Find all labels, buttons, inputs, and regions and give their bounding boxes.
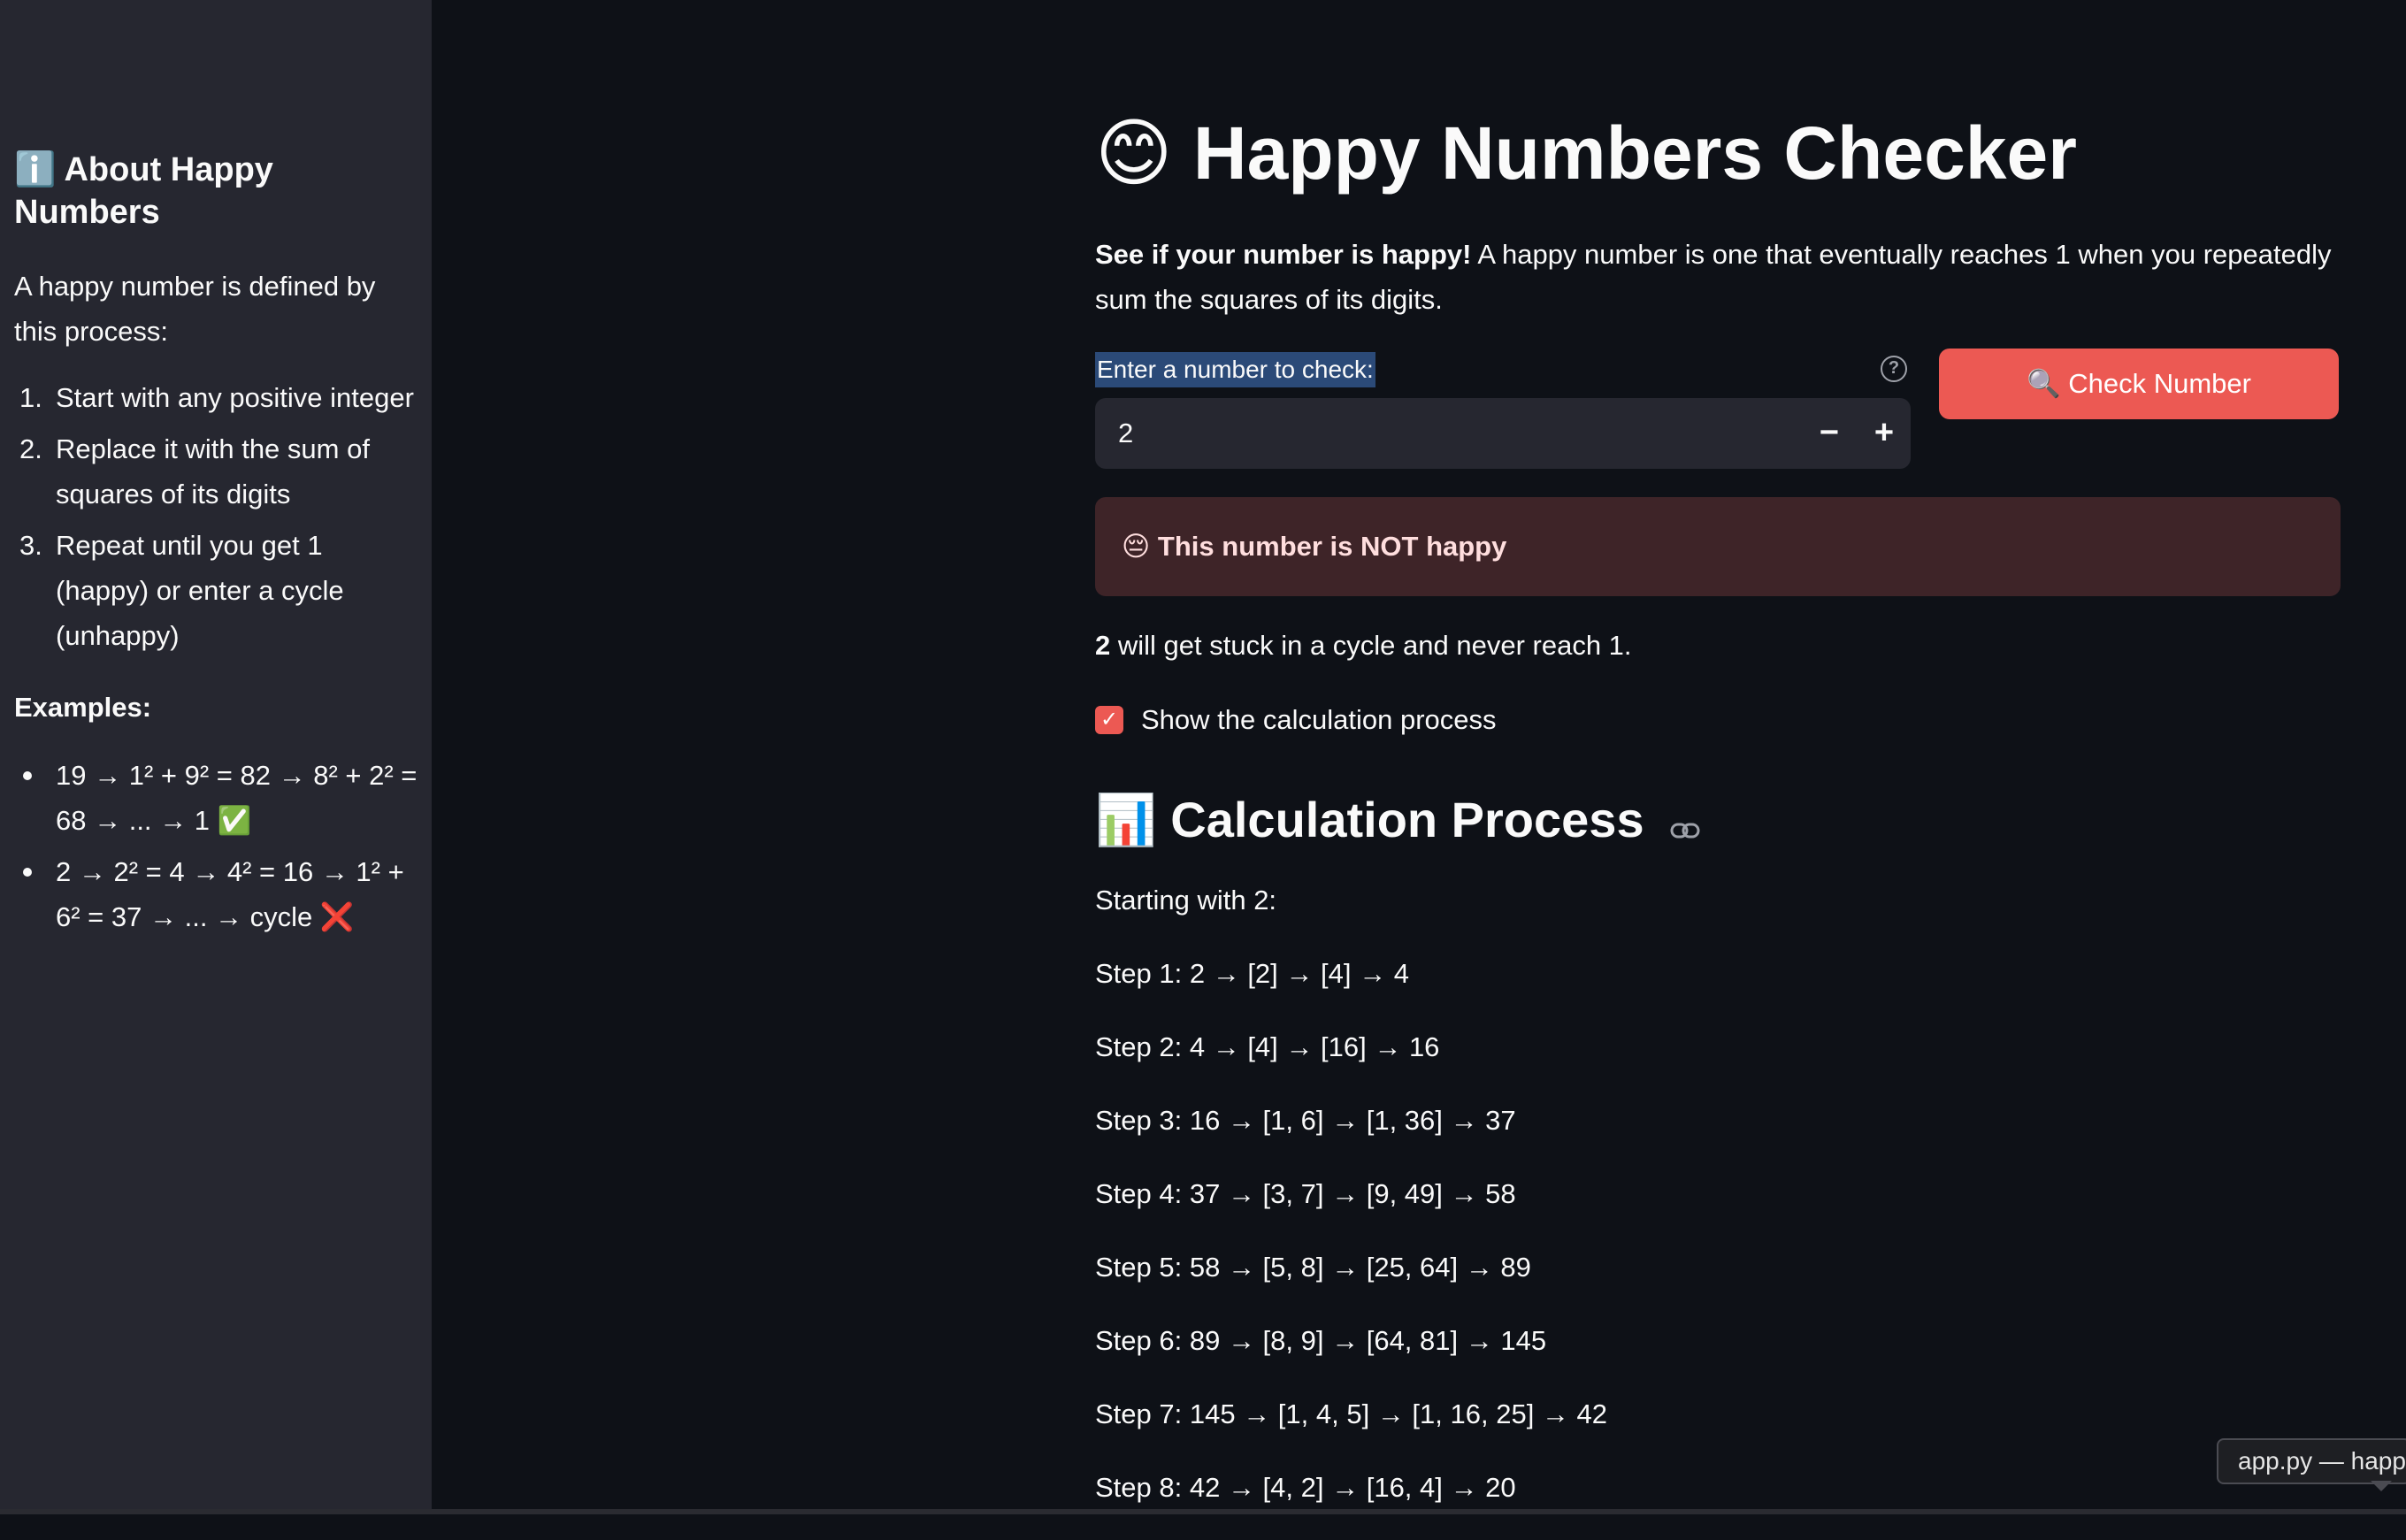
- decrement-button[interactable]: −: [1803, 407, 1856, 460]
- result-detail: 2 will get stuck in a cycle and never re…: [1095, 630, 1632, 661]
- check-number-button[interactable]: 🔍 Check Number: [1939, 349, 2339, 419]
- calc-step: Step 3: 16 → [1, 6] → [1, 36] → 37: [1095, 1105, 1516, 1136]
- calculation-heading: 📊 Calculation Process: [1095, 787, 1700, 856]
- calc-step: Step 6: 89 → [8, 9] → [64, 81] → 145: [1095, 1325, 1547, 1356]
- examples-heading: Examples:: [14, 692, 152, 723]
- calc-step: Step 1: 2 → [2] → [4] → 4: [1095, 958, 1409, 989]
- window-tooltip: app.py — happ: [2217, 1438, 2406, 1484]
- result-alert: 😔 This number is NOT happy: [1095, 497, 2341, 596]
- sidebar: ℹ️ About Happy Numbers A happy number is…: [0, 0, 432, 1514]
- process-steps-list: 1. Start with any positive integer 2. Repl…: [14, 375, 418, 658]
- intro-text: See if your number is happy! A happy num…: [1095, 239, 2332, 315]
- sidebar-title: ℹ️ About Happy Numbers: [14, 151, 273, 231]
- number-input-value[interactable]: 2: [1118, 414, 1133, 453]
- example-item: 19 → 1² + 9² = 82 → 8² + 2² = 68 → ... →…: [14, 753, 418, 843]
- page-title: 😊 Happy Numbers Checker: [1095, 111, 2077, 195]
- increment-button[interactable]: +: [1858, 407, 1911, 460]
- number-input[interactable]: 2 − +: [1095, 398, 1911, 469]
- result-alert-text: 😔 This number is NOT happy: [1122, 531, 1507, 562]
- info-icon: ℹ️: [14, 151, 57, 188]
- example-item: 2 → 2² = 4 → 4² = 16 → 1² + 6² = 37 → ..…: [14, 849, 418, 939]
- examples-list: 19 → 1² + 9² = 82 → 8² + 2² = 68 → ... →…: [14, 753, 418, 939]
- help-icon[interactable]: ?: [1881, 356, 1907, 382]
- calc-step: Step 5: 58 → [5, 8] → [25, 64] → 89: [1095, 1252, 1531, 1283]
- number-input-label: Enter a number to check:: [1095, 352, 1375, 387]
- process-step: 1. Start with any positive integer: [19, 382, 414, 413]
- tooltip-arrow: [2371, 1481, 2392, 1491]
- process-step: 2. Replace it with the sum of squares of …: [19, 433, 370, 510]
- show-calculation-label[interactable]: Show the calculation process: [1141, 699, 1497, 741]
- sidebar-intro: A happy number is defined by this proces…: [14, 271, 376, 347]
- calc-step: Step 8: 42 → [4, 2] → [16, 4] → 20: [1095, 1472, 1516, 1503]
- calc-step: Step 2: 4 → [4] → [16] → 16: [1095, 1031, 1440, 1062]
- calc-start: Starting with 2:: [1095, 885, 1277, 916]
- bullet: [23, 771, 32, 780]
- bullet: [23, 868, 32, 877]
- process-step: 3. Repeat until you get 1 (happy) or ente…: [19, 530, 344, 651]
- bottom-border: [0, 1509, 2406, 1514]
- calc-step: Step 7: 145 → [1, 4, 5] → [1, 16, 25] → …: [1095, 1398, 1608, 1429]
- checkmark-icon[interactable]: ✓: [1095, 706, 1123, 734]
- calculation-steps: Starting with 2: Step 1: 2 → [2] → [4] →…: [1095, 879, 1607, 1540]
- link-icon[interactable]: [1670, 791, 1700, 856]
- calc-step: Step 4: 37 → [3, 7] → [9, 49] → 58: [1095, 1178, 1516, 1209]
